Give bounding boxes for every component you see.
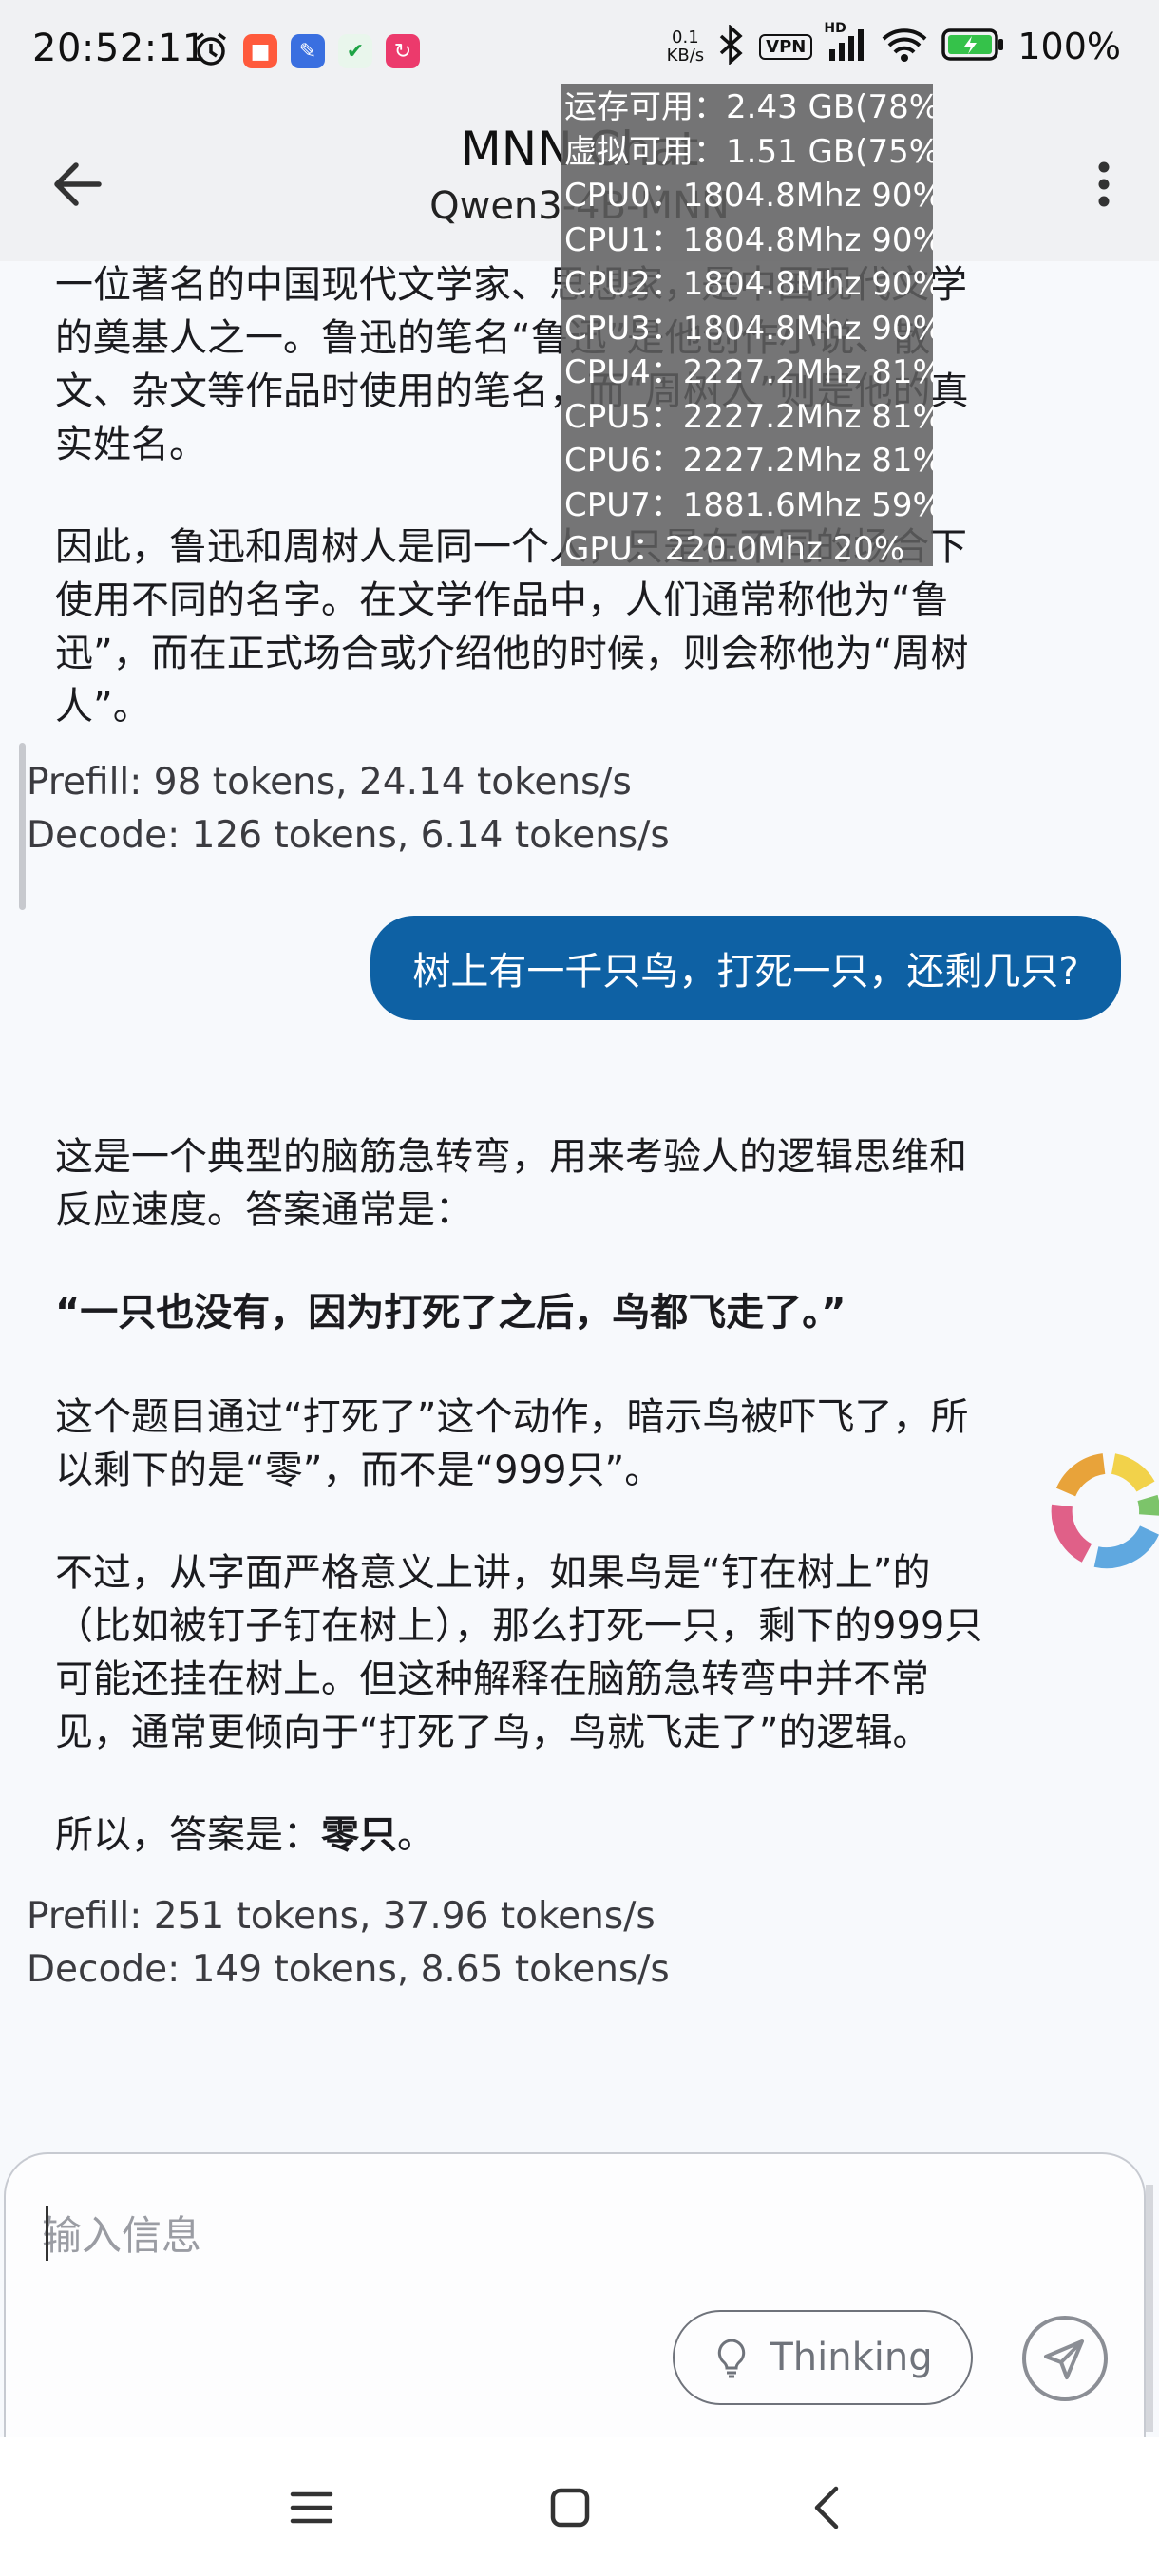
vpn-badge: VPN (759, 33, 813, 60)
assistant-message-answer: 所以，答案是：零只。 (55, 1813, 435, 1857)
status-notification-icons: ■ ✎ ✔ ↻ (192, 30, 420, 72)
wifi-icon (881, 26, 928, 67)
perf-virtual: 虚拟可用：1.51 GB(75%) (564, 132, 933, 171)
user-message-bubble[interactable]: 树上有一千只鸟，打死一只，还剩几只? (370, 916, 1121, 1020)
lightbulb-icon (718, 2339, 746, 2378)
perf-ram: 运存可用：2.43 GB(78%) (564, 88, 933, 126)
send-icon (1044, 2339, 1084, 2379)
perf-cpu7: CPU7：1881.6Mhz 59% (564, 485, 933, 524)
sync-app-icon: ↻ (386, 34, 420, 68)
back-nav-button[interactable] (800, 2479, 857, 2536)
perf-gpu: GPU：220.0Mhz 20% (564, 530, 905, 566)
bluetooth-icon (717, 24, 746, 68)
signal-icon: HD (824, 21, 867, 66)
perf-cpu3: CPU3：1804.8Mhz 90% (564, 309, 933, 348)
scrollbar[interactable] (1146, 2185, 1153, 2432)
floating-spinner-icon[interactable] (1037, 1439, 1159, 1582)
video-app-icon: ■ (243, 34, 277, 68)
generation-stats: Prefill: 98 tokens, 24.14 tokens/s Decod… (27, 761, 670, 857)
perf-cpu1: CPU1：1804.8Mhz 90% (564, 220, 933, 259)
message-input[interactable] (40, 2204, 994, 2266)
home-square-icon (550, 2488, 590, 2528)
notes-app-icon: ✎ (291, 34, 325, 68)
text-caret (46, 2206, 48, 2261)
more-options-button[interactable] (1075, 146, 1132, 222)
thinking-toggle-button[interactable]: Thinking (673, 2310, 973, 2405)
chevron-left-icon (814, 2486, 839, 2529)
alarm-icon (192, 30, 230, 72)
shield-app-icon: ✔ (338, 34, 372, 68)
assistant-message: 这是一个典型的脑筋急转弯，用来考验人的逻辑思维和反应速度。答案通常是： (55, 1135, 967, 1232)
battery-percent: 100% (1017, 26, 1121, 67)
perf-cpu2: CPU2：1804.8Mhz 90% (564, 265, 933, 303)
assistant-message: 这个题目通过“打死了”这个动作，暗示鸟被吓飞了，所以剩下的是“零”，而不是“99… (55, 1395, 969, 1492)
perf-cpu5: CPU5：2227.2Mhz 81% (564, 397, 933, 436)
assistant-message-highlight: “一只也没有，因为打死了之后，鸟都飞走了。” (55, 1291, 846, 1335)
more-vertical-icon (1098, 161, 1110, 207)
network-speed: 0.1 KB/s (666, 28, 705, 66)
status-time: 20:52:11 (32, 27, 207, 70)
perf-cpu4: CPU4：2227.2Mhz 81% (564, 353, 933, 391)
assistant-message: 不过，从字面严格意义上讲，如果鸟是“钉在树上”的（比如被钉子钉在树上），那么打死… (55, 1551, 983, 1754)
send-button[interactable] (1022, 2316, 1108, 2401)
performance-overlay[interactable]: 运存可用：2.43 GB(78%) 虚拟可用：1.51 GB(75%) CPU0… (560, 84, 933, 566)
home-nav-button[interactable] (542, 2479, 598, 2536)
stats-divider (19, 743, 26, 910)
menu-nav-button[interactable] (283, 2479, 340, 2536)
menu-icon (290, 2491, 333, 2524)
perf-cpu6: CPU6：2227.2Mhz 81% (564, 442, 933, 480)
perf-cpu0: CPU0：1804.8Mhz 90% (564, 177, 933, 215)
generation-stats: Prefill: 251 tokens, 37.96 tokens/s Deco… (27, 1895, 670, 1991)
input-panel: Thinking (4, 2152, 1146, 2437)
battery-icon (941, 27, 1004, 66)
system-nav-bar (0, 2437, 1159, 2576)
status-system-icons: 0.1 KB/s VPN HD 100% (666, 21, 1121, 68)
